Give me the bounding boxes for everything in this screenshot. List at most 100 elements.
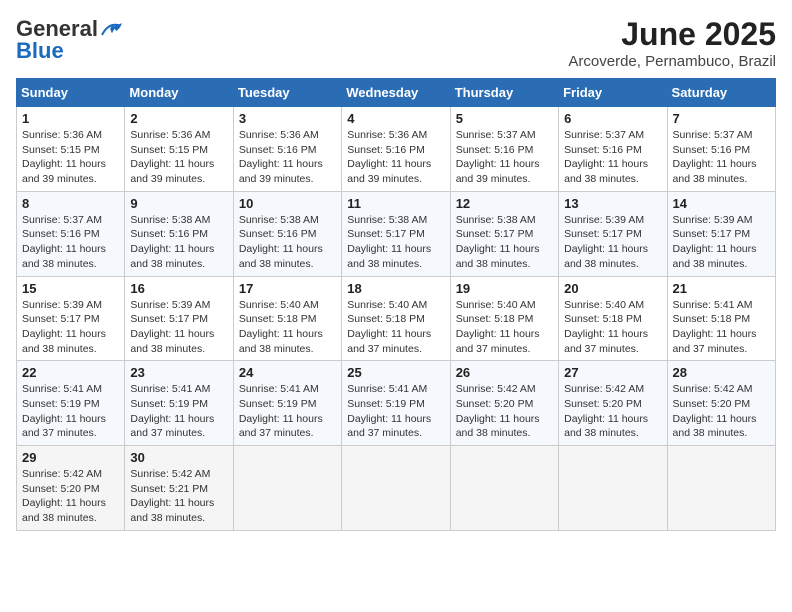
calendar-cell: 22 Sunrise: 5:41 AM Sunset: 5:19 PM Dayli…: [17, 361, 125, 446]
calendar-cell: [342, 446, 450, 531]
day-info: Sunrise: 5:39 AM Sunset: 5:17 PM Dayligh…: [564, 213, 661, 272]
day-number: 2: [130, 111, 227, 126]
calendar-cell: 28 Sunrise: 5:42 AM Sunset: 5:20 PM Dayli…: [667, 361, 775, 446]
calendar-header-saturday: Saturday: [667, 79, 775, 107]
day-info: Sunrise: 5:38 AM Sunset: 5:16 PM Dayligh…: [130, 213, 227, 272]
calendar-cell: [559, 446, 667, 531]
calendar-cell: 29 Sunrise: 5:42 AM Sunset: 5:20 PM Dayli…: [17, 446, 125, 531]
calendar-cell: 12 Sunrise: 5:38 AM Sunset: 5:17 PM Dayli…: [450, 191, 558, 276]
day-info: Sunrise: 5:36 AM Sunset: 5:15 PM Dayligh…: [22, 128, 119, 187]
calendar-cell: 19Sunrise: 5:40 AM Sunset: 5:18 PM Dayli…: [450, 276, 558, 361]
calendar-cell: 26Sunrise: 5:42 AM Sunset: 5:20 PM Dayli…: [450, 361, 558, 446]
calendar-week-row: 1 Sunrise: 5:36 AM Sunset: 5:15 PM Daylig…: [17, 107, 776, 192]
logo-blue-text: Blue: [16, 38, 64, 64]
day-number: 26: [456, 365, 553, 380]
calendar-cell: [450, 446, 558, 531]
day-info: Sunrise: 5:40 AM Sunset: 5:18 PM Dayligh…: [239, 298, 336, 357]
day-info: Sunrise: 5:37 AM Sunset: 5:16 PM Dayligh…: [22, 213, 119, 272]
day-number: 16: [130, 281, 227, 296]
calendar-cell: 2 Sunrise: 5:36 AM Sunset: 5:15 PM Daylig…: [125, 107, 233, 192]
day-info: Sunrise: 5:37 AM Sunset: 5:16 PM Dayligh…: [564, 128, 661, 187]
day-info: Sunrise: 5:41 AM Sunset: 5:19 PM Dayligh…: [22, 382, 119, 441]
calendar-cell: 20Sunrise: 5:40 AM Sunset: 5:18 PM Dayli…: [559, 276, 667, 361]
calendar-cell: 24Sunrise: 5:41 AM Sunset: 5:19 PM Dayli…: [233, 361, 341, 446]
day-number: 13: [564, 196, 661, 211]
day-number: 14: [673, 196, 770, 211]
calendar-header-row: SundayMondayTuesdayWednesdayThursdayFrid…: [17, 79, 776, 107]
calendar-cell: 18 Sunrise: 5:40 AM Sunset: 5:18 PM Dayli…: [342, 276, 450, 361]
calendar-week-row: 8 Sunrise: 5:37 AM Sunset: 5:16 PM Daylig…: [17, 191, 776, 276]
day-number: 17: [239, 281, 336, 296]
day-number: 20: [564, 281, 661, 296]
calendar-cell: 17 Sunrise: 5:40 AM Sunset: 5:18 PM Dayli…: [233, 276, 341, 361]
day-info: Sunrise: 5:42 AM Sunset: 5:20 PM Dayligh…: [673, 382, 770, 441]
title-area: June 2025 Arcoverde, Pernambuco, Brazil: [568, 16, 776, 70]
calendar-cell: 15 Sunrise: 5:39 AM Sunset: 5:17 PM Dayli…: [17, 276, 125, 361]
day-number: 8: [22, 196, 119, 211]
day-info: Sunrise: 5:36 AM Sunset: 5:16 PM Dayligh…: [239, 128, 336, 187]
calendar-week-row: 22 Sunrise: 5:41 AM Sunset: 5:19 PM Dayli…: [17, 361, 776, 446]
calendar-cell: 11 Sunrise: 5:38 AM Sunset: 5:17 PM Dayli…: [342, 191, 450, 276]
day-number: 28: [673, 365, 770, 380]
day-number: 21: [673, 281, 770, 296]
calendar-cell: 8 Sunrise: 5:37 AM Sunset: 5:16 PM Daylig…: [17, 191, 125, 276]
calendar-cell: 23 Sunrise: 5:41 AM Sunset: 5:19 PM Dayli…: [125, 361, 233, 446]
day-number: 9: [130, 196, 227, 211]
day-info: Sunrise: 5:41 AM Sunset: 5:19 PM Dayligh…: [130, 382, 227, 441]
day-number: 1: [22, 111, 119, 126]
day-number: 29: [22, 450, 119, 465]
calendar-header-wednesday: Wednesday: [342, 79, 450, 107]
calendar-table: SundayMondayTuesdayWednesdayThursdayFrid…: [16, 78, 776, 531]
day-info: Sunrise: 5:41 AM Sunset: 5:18 PM Dayligh…: [673, 298, 770, 357]
calendar-cell: 5 Sunrise: 5:37 AM Sunset: 5:16 PM Daylig…: [450, 107, 558, 192]
day-info: Sunrise: 5:40 AM Sunset: 5:18 PM Dayligh…: [456, 298, 553, 357]
logo-bird-icon: [100, 21, 122, 37]
day-number: 4: [347, 111, 444, 126]
day-number: 23: [130, 365, 227, 380]
calendar-cell: 7Sunrise: 5:37 AM Sunset: 5:16 PM Daylig…: [667, 107, 775, 192]
day-info: Sunrise: 5:38 AM Sunset: 5:17 PM Dayligh…: [347, 213, 444, 272]
day-info: Sunrise: 5:42 AM Sunset: 5:20 PM Dayligh…: [22, 467, 119, 526]
day-number: 7: [673, 111, 770, 126]
calendar-week-row: 29 Sunrise: 5:42 AM Sunset: 5:20 PM Dayli…: [17, 446, 776, 531]
day-info: Sunrise: 5:38 AM Sunset: 5:17 PM Dayligh…: [456, 213, 553, 272]
day-info: Sunrise: 5:39 AM Sunset: 5:17 PM Dayligh…: [22, 298, 119, 357]
day-number: 25: [347, 365, 444, 380]
day-info: Sunrise: 5:40 AM Sunset: 5:18 PM Dayligh…: [347, 298, 444, 357]
calendar-header-tuesday: Tuesday: [233, 79, 341, 107]
calendar-cell: 4Sunrise: 5:36 AM Sunset: 5:16 PM Daylig…: [342, 107, 450, 192]
day-number: 27: [564, 365, 661, 380]
day-number: 30: [130, 450, 227, 465]
calendar-week-row: 15 Sunrise: 5:39 AM Sunset: 5:17 PM Dayli…: [17, 276, 776, 361]
day-info: Sunrise: 5:41 AM Sunset: 5:19 PM Dayligh…: [239, 382, 336, 441]
calendar-header-thursday: Thursday: [450, 79, 558, 107]
day-number: 15: [22, 281, 119, 296]
day-number: 11: [347, 196, 444, 211]
day-info: Sunrise: 5:42 AM Sunset: 5:20 PM Dayligh…: [564, 382, 661, 441]
location-subtitle: Arcoverde, Pernambuco, Brazil: [568, 53, 776, 70]
page-header: General Blue June 2025 Arcoverde, Pernam…: [16, 16, 776, 70]
day-number: 18: [347, 281, 444, 296]
day-info: Sunrise: 5:39 AM Sunset: 5:17 PM Dayligh…: [130, 298, 227, 357]
day-number: 6: [564, 111, 661, 126]
day-number: 10: [239, 196, 336, 211]
day-number: 22: [22, 365, 119, 380]
calendar-cell: 16 Sunrise: 5:39 AM Sunset: 5:17 PM Dayli…: [125, 276, 233, 361]
day-info: Sunrise: 5:36 AM Sunset: 5:15 PM Dayligh…: [130, 128, 227, 187]
calendar-cell: 9 Sunrise: 5:38 AM Sunset: 5:16 PM Daylig…: [125, 191, 233, 276]
calendar-cell: 27 Sunrise: 5:42 AM Sunset: 5:20 PM Dayli…: [559, 361, 667, 446]
calendar-cell: 14Sunrise: 5:39 AM Sunset: 5:17 PM Dayli…: [667, 191, 775, 276]
day-info: Sunrise: 5:37 AM Sunset: 5:16 PM Dayligh…: [456, 128, 553, 187]
day-number: 5: [456, 111, 553, 126]
calendar-cell: 21 Sunrise: 5:41 AM Sunset: 5:18 PM Dayli…: [667, 276, 775, 361]
day-number: 3: [239, 111, 336, 126]
calendar-cell: [667, 446, 775, 531]
month-title: June 2025: [568, 16, 776, 53]
calendar-cell: 25 Sunrise: 5:41 AM Sunset: 5:19 PM Dayli…: [342, 361, 450, 446]
calendar-header-monday: Monday: [125, 79, 233, 107]
day-info: Sunrise: 5:38 AM Sunset: 5:16 PM Dayligh…: [239, 213, 336, 272]
day-info: Sunrise: 5:42 AM Sunset: 5:21 PM Dayligh…: [130, 467, 227, 526]
day-info: Sunrise: 5:41 AM Sunset: 5:19 PM Dayligh…: [347, 382, 444, 441]
day-number: 12: [456, 196, 553, 211]
calendar-cell: 6 Sunrise: 5:37 AM Sunset: 5:16 PM Daylig…: [559, 107, 667, 192]
